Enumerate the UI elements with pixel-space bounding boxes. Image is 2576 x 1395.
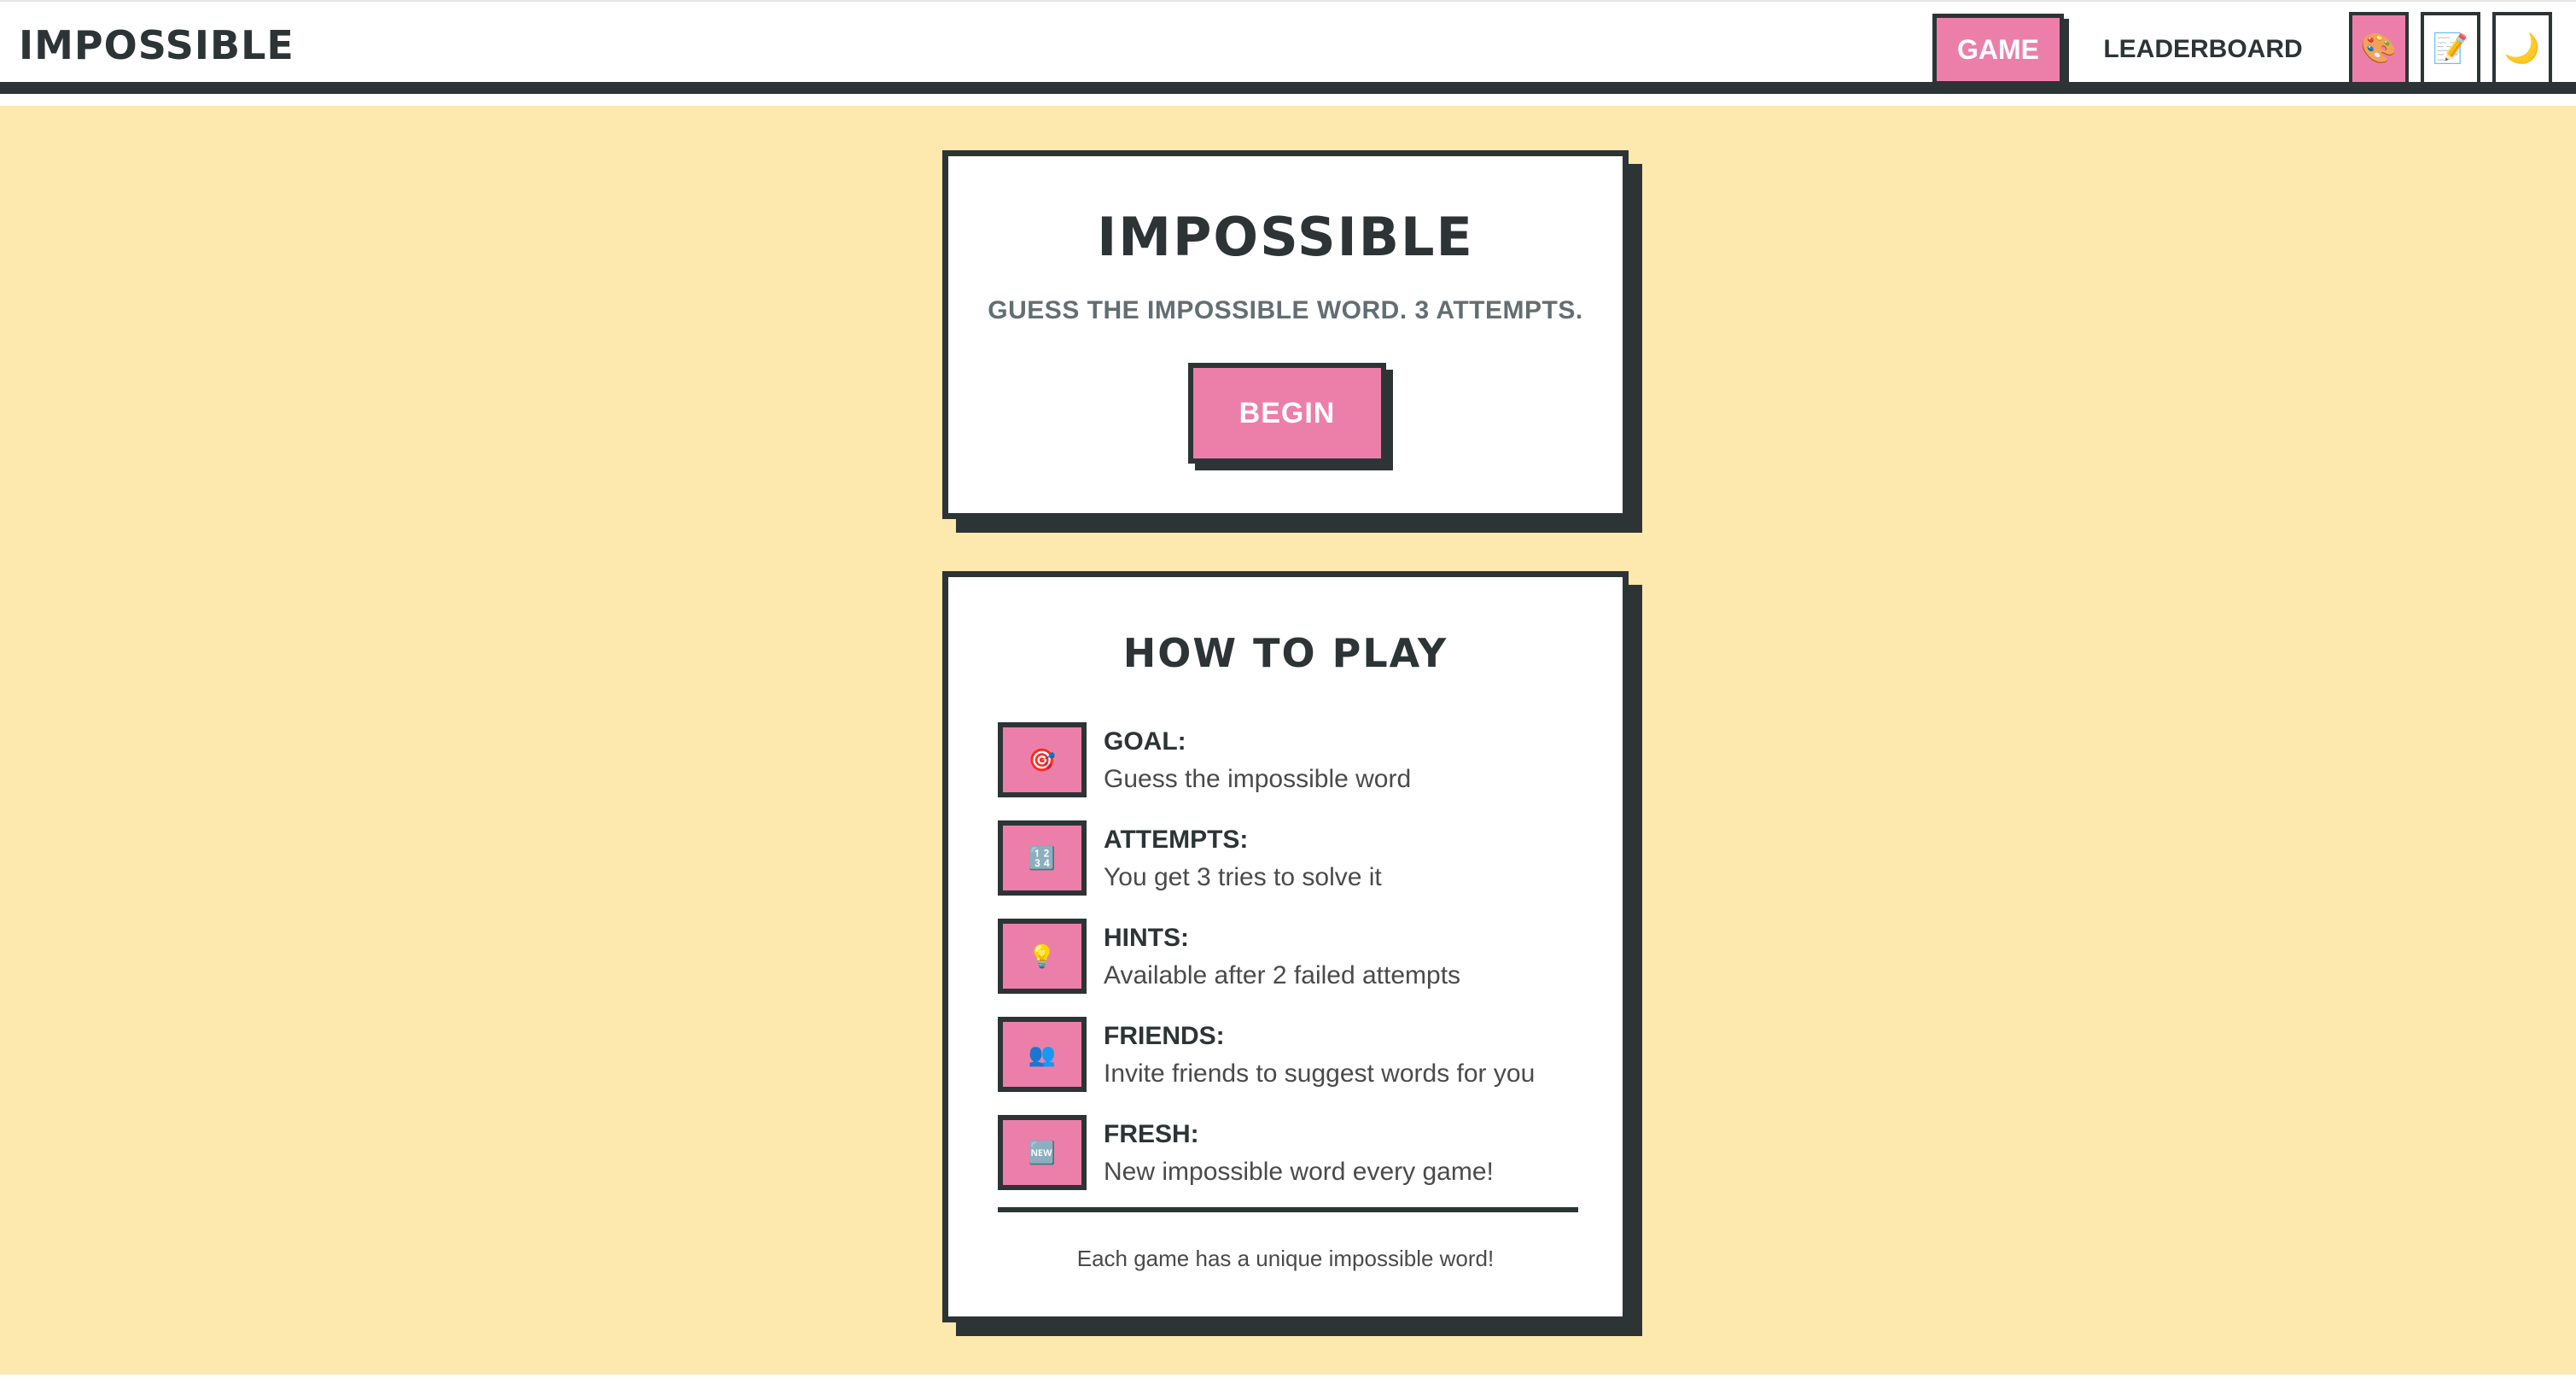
- nav-leaderboard-link[interactable]: LEADERBOARD: [2089, 14, 2317, 85]
- rule-description: You get 3 tries to solve it: [1104, 863, 1382, 891]
- people-icon: 👥: [998, 1017, 1087, 1092]
- game-title: IMPOSSIBLE: [1097, 206, 1474, 268]
- notes-button[interactable]: 📝: [2421, 12, 2480, 85]
- dark-mode-button[interactable]: 🌙: [2492, 12, 2552, 85]
- rule-label: HINTS:: [1104, 924, 1189, 952]
- rule-description: Guess the impossible word: [1104, 765, 1412, 793]
- footer-note: Each game has a unique impossible word!: [1076, 1246, 1495, 1271]
- rule-friends: 👥 FRIENDS: Invite friends to suggest wor…: [998, 1017, 1578, 1115]
- main-area: IMPOSSIBLE GUESS THE IMPOSSIBLE WORD. 3 …: [0, 106, 2576, 1375]
- numbers-icon: 🔢: [998, 820, 1087, 896]
- lightbulb-icon: 💡: [998, 919, 1087, 994]
- game-subtitle: GUESS THE IMPOSSIBLE WORD. 3 ATTEMPTS.: [988, 296, 1583, 324]
- new-icon: 🆕: [998, 1115, 1087, 1190]
- rule-label: GOAL:: [1104, 727, 1186, 756]
- rule-goal: 🎯 GOAL: Guess the impossible word: [998, 722, 1578, 820]
- top-navbar: IMPOSSIBLE GAME LEADERBOARD 🎨 📝 🌙: [0, 0, 2576, 94]
- rules-list: 🎯 GOAL: Guess the impossible word 🔢 ATTE…: [998, 722, 1578, 1213]
- rule-description: Available after 2 failed attempts: [1104, 961, 1461, 989]
- memo-icon: 📝: [2432, 32, 2469, 65]
- rule-description: Invite friends to suggest words for you: [1104, 1059, 1536, 1088]
- nav-game-button[interactable]: GAME: [1932, 14, 2064, 85]
- rule-label: FRIENDS:: [1104, 1022, 1225, 1050]
- brand-logo[interactable]: IMPOSSIBLE: [19, 22, 294, 68]
- rule-label: ATTEMPTS:: [1104, 826, 1249, 854]
- how-to-play-title: HOW TO PLAY: [1122, 630, 1448, 676]
- theme-palette-button[interactable]: 🎨: [2349, 12, 2409, 85]
- page-bottom-strip: [0, 1375, 2576, 1395]
- rule-label: FRESH:: [1104, 1120, 1199, 1148]
- rule-hints: 💡 HINTS: Available after 2 failed attemp…: [998, 919, 1578, 1017]
- divider: [998, 1207, 1578, 1212]
- rule-fresh: 🆕 FRESH: New impossible word every game!: [998, 1115, 1578, 1213]
- rule-description: New impossible word every game!: [1104, 1158, 1494, 1186]
- game-start-card: IMPOSSIBLE GUESS THE IMPOSSIBLE WORD. 3 …: [942, 150, 1629, 519]
- target-icon: 🎯: [998, 722, 1087, 797]
- rule-attempts: 🔢 ATTEMPTS: You get 3 tries to solve it: [998, 820, 1578, 919]
- how-to-play-card: HOW TO PLAY 🎯 GOAL: Guess the impossible…: [942, 571, 1629, 1322]
- palette-icon: 🎨: [2360, 32, 2398, 65]
- moon-icon: 🌙: [2503, 32, 2541, 65]
- begin-button[interactable]: BEGIN: [1188, 363, 1386, 464]
